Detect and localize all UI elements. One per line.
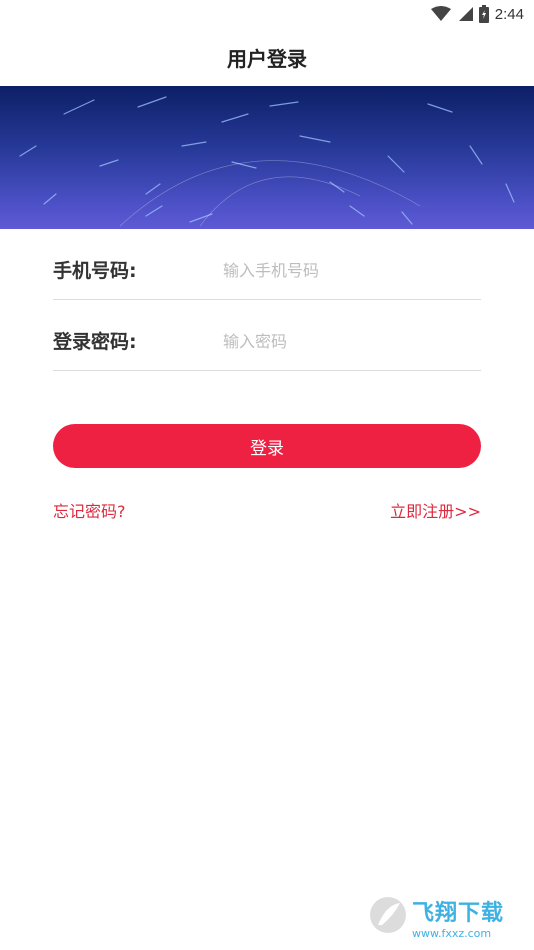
wifi-icon bbox=[430, 6, 451, 22]
forgot-password-link[interactable]: 忘记密码? bbox=[53, 498, 126, 522]
login-button[interactable]: 登录 bbox=[53, 424, 481, 468]
watermark-sub: www.fxxz.com bbox=[412, 926, 492, 940]
phone-input[interactable] bbox=[223, 256, 473, 284]
watermark-logo: 飞翔下载 www.fxxz.com bbox=[368, 894, 524, 940]
password-row: 登录密码: bbox=[53, 301, 481, 371]
register-link[interactable]: 立即注册>> bbox=[390, 498, 481, 522]
banner-image bbox=[0, 86, 534, 229]
app-header: 用户登录 bbox=[0, 28, 534, 86]
battery-icon bbox=[478, 5, 489, 23]
page-title: 用户登录 bbox=[227, 46, 307, 71]
password-input[interactable] bbox=[223, 327, 473, 355]
status-time: 2:44 bbox=[494, 5, 524, 23]
status-bar: 2:44 bbox=[0, 0, 534, 28]
feather-icon bbox=[368, 895, 408, 939]
phone-label: 手机号码: bbox=[53, 260, 137, 282]
signal-icon bbox=[457, 6, 473, 22]
phone-row: 手机号码: bbox=[53, 230, 481, 300]
password-label: 登录密码: bbox=[53, 331, 137, 353]
watermark-main: 飞翔下载 bbox=[412, 900, 505, 926]
